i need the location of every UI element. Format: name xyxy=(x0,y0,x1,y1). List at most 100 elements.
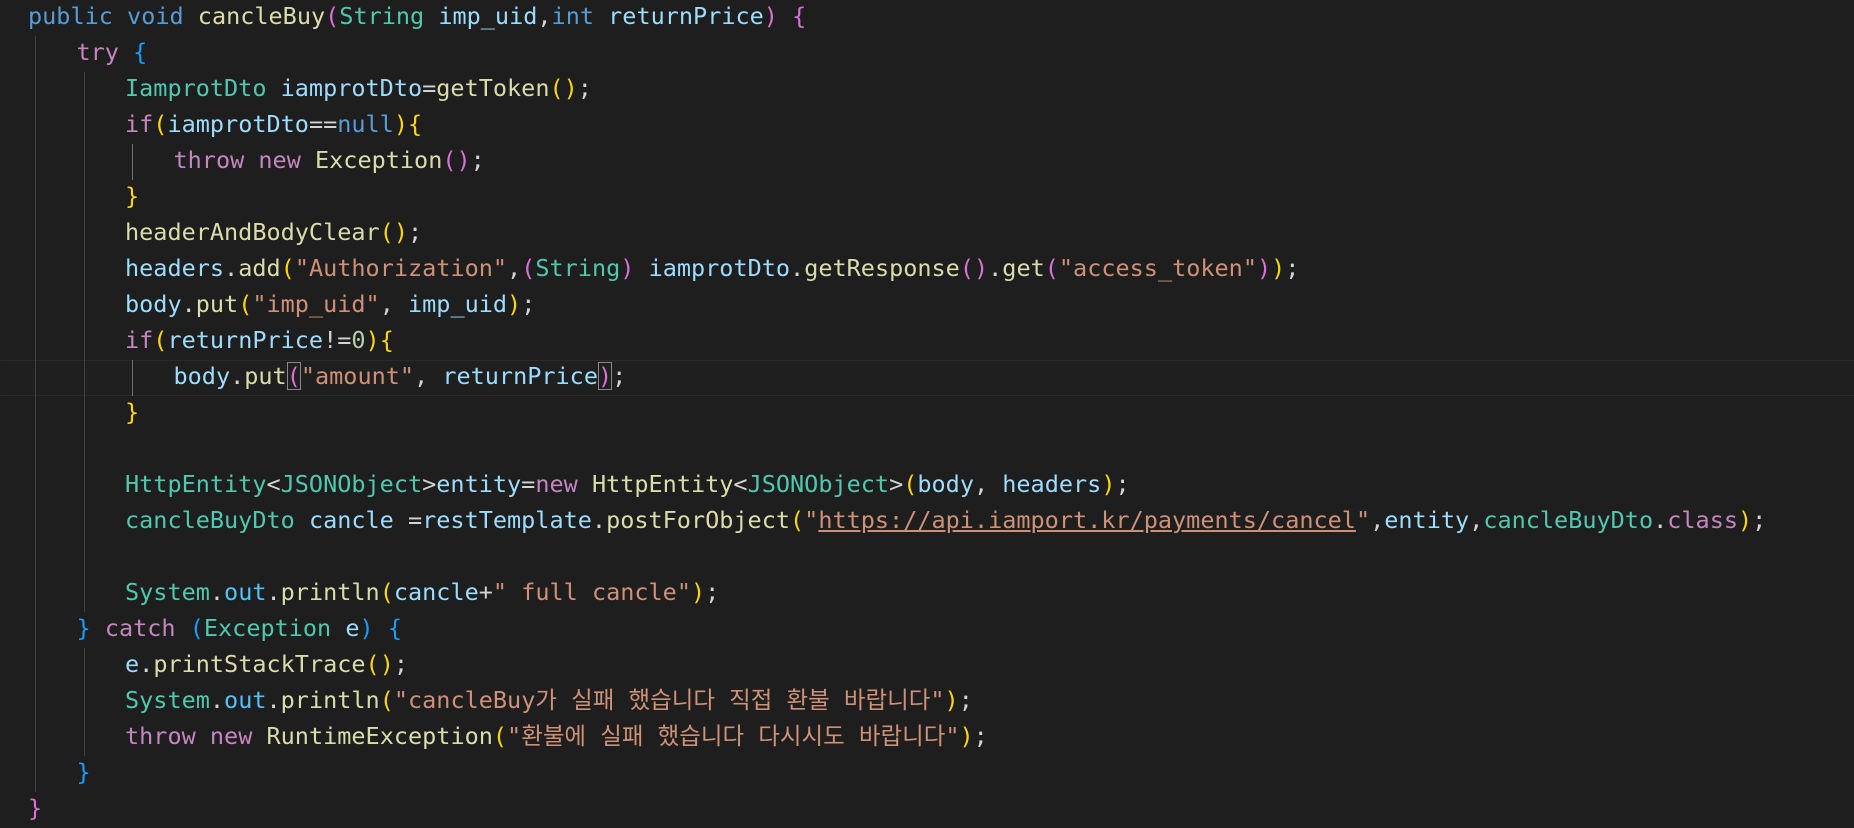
code-line[interactable]: cancleBuyDto cancle =restTemplate.postFo… xyxy=(0,504,1854,540)
code-area[interactable]: public void cancleBuy(String imp_uid,int… xyxy=(0,0,1854,828)
code-line[interactable]: throw new Exception(); xyxy=(0,144,1854,180)
code-token: ) xyxy=(763,2,778,30)
code-line[interactable]: System.out.println(cancle+" full cancle"… xyxy=(0,576,1854,612)
code-token: getResponse xyxy=(804,254,960,282)
indent-guide xyxy=(132,144,133,180)
code-token: "access_token" xyxy=(1058,254,1257,282)
code-token: , xyxy=(379,290,408,318)
code-line-content: IamprotDto iamprotDto=getToken(); xyxy=(125,72,592,104)
code-line[interactable]: e.printStackTrace(); xyxy=(0,648,1854,684)
code-token: ) xyxy=(365,326,380,354)
indent-guide xyxy=(83,432,85,468)
code-token: void xyxy=(127,2,184,30)
code-token: HttpEntity xyxy=(591,470,734,498)
code-line[interactable]: if(iamprotDto==null){ xyxy=(0,108,1854,144)
code-token: > xyxy=(422,470,437,498)
code-token: public xyxy=(28,2,113,30)
indent-guide xyxy=(35,36,36,792)
code-token: catch xyxy=(104,614,176,642)
code-line[interactable]: body.put("imp_uid", imp_uid); xyxy=(0,288,1854,324)
indent-guide xyxy=(83,504,85,540)
code-token: body xyxy=(917,470,974,498)
code-line[interactable]: System.out.println("cancleBuy가 실패 했습니다 직… xyxy=(0,684,1854,720)
indent-guide xyxy=(83,144,85,180)
code-token: ) xyxy=(690,578,706,606)
code-token: ( xyxy=(153,326,168,354)
code-token: JSONObject xyxy=(280,470,423,498)
code-line[interactable]: if(returnPrice!=0){ xyxy=(0,324,1854,360)
code-token: null xyxy=(337,110,394,138)
code-line[interactable] xyxy=(0,540,1854,576)
code-token: } xyxy=(125,182,140,210)
code-token: "cancleBuy가 실패 했습니다 직접 환불 바랍니다" xyxy=(393,686,945,714)
code-token: . xyxy=(266,578,281,606)
indent-guide xyxy=(83,72,85,108)
code-token: ( xyxy=(189,614,204,642)
indent-guide xyxy=(83,360,85,396)
code-token: iamprotDto xyxy=(648,254,791,282)
code-token: () xyxy=(959,254,989,282)
indent-guide xyxy=(83,720,85,756)
indent-guide xyxy=(83,396,85,432)
code-line[interactable]: headers.add("Authorization",(String) iam… xyxy=(0,252,1854,288)
code-line[interactable]: } xyxy=(0,792,1854,828)
code-line-content: if(iamprotDto==null){ xyxy=(125,108,422,140)
code-token: } xyxy=(76,758,91,786)
code-line[interactable]: try { xyxy=(0,36,1854,72)
code-line-content: body.put("imp_uid", imp_uid); xyxy=(125,288,535,320)
code-token: . xyxy=(988,254,1003,282)
indent-guide xyxy=(83,468,85,504)
code-token: cancle xyxy=(393,578,479,606)
code-token: printStackTrace xyxy=(153,650,366,678)
code-token: new xyxy=(258,146,301,174)
code-line[interactable] xyxy=(0,432,1854,468)
code-line-content: try { xyxy=(77,36,148,68)
code-token: ) xyxy=(597,362,613,390)
code-token: ( xyxy=(325,2,340,30)
code-token: entity xyxy=(1384,506,1470,534)
code-token: , xyxy=(973,470,1003,498)
code-token: " xyxy=(1355,506,1371,534)
code-token: https://api.iamport.kr/payments/cancel xyxy=(818,506,1356,534)
code-token: ) xyxy=(393,110,408,138)
code-line[interactable]: throw new RuntimeException("환불에 실패 했습니다 … xyxy=(0,720,1854,756)
code-token: ; xyxy=(1752,506,1767,534)
code-line[interactable]: } catch (Exception e) { xyxy=(0,612,1854,648)
code-editor[interactable]: public void cancleBuy(String imp_uid,int… xyxy=(0,0,1854,828)
code-token: . xyxy=(266,686,281,714)
code-line[interactable]: IamprotDto iamprotDto=getToken(); xyxy=(0,72,1854,108)
code-line[interactable]: public void cancleBuy(String imp_uid,int… xyxy=(0,0,1854,36)
code-token: imp_uid xyxy=(438,2,538,30)
code-token: cancleBuyDto xyxy=(125,506,295,534)
code-token: + xyxy=(478,578,493,606)
code-token: ; xyxy=(705,578,720,606)
code-token: cancleBuy xyxy=(197,2,326,30)
code-token: . xyxy=(209,578,225,606)
indent-guide xyxy=(83,540,85,576)
indent-guide xyxy=(83,288,85,324)
code-line[interactable]: headerAndBodyClear(); xyxy=(0,216,1854,252)
code-line[interactable]: HttpEntity<JSONObject>entity=new HttpEnt… xyxy=(0,468,1854,504)
code-line[interactable]: } xyxy=(0,756,1854,792)
code-token: () xyxy=(379,218,408,246)
code-token: = xyxy=(521,470,536,498)
indent-guide xyxy=(83,180,85,216)
code-token: } xyxy=(125,398,140,426)
code-token: ) xyxy=(507,290,522,318)
code-token: ( xyxy=(903,470,918,498)
code-line[interactable]: body.put("amount", returnPrice); xyxy=(0,360,1854,396)
code-line[interactable]: } xyxy=(0,180,1854,216)
indent-guide xyxy=(83,324,85,360)
code-token: ; xyxy=(958,686,973,714)
code-token: returnPrice xyxy=(167,326,324,354)
code-token: body xyxy=(125,290,182,318)
code-token: if xyxy=(125,110,154,138)
code-token: ; xyxy=(577,74,592,102)
code-token: String xyxy=(535,254,621,282)
code-line[interactable]: } xyxy=(0,396,1854,432)
code-token: entity xyxy=(436,470,522,498)
